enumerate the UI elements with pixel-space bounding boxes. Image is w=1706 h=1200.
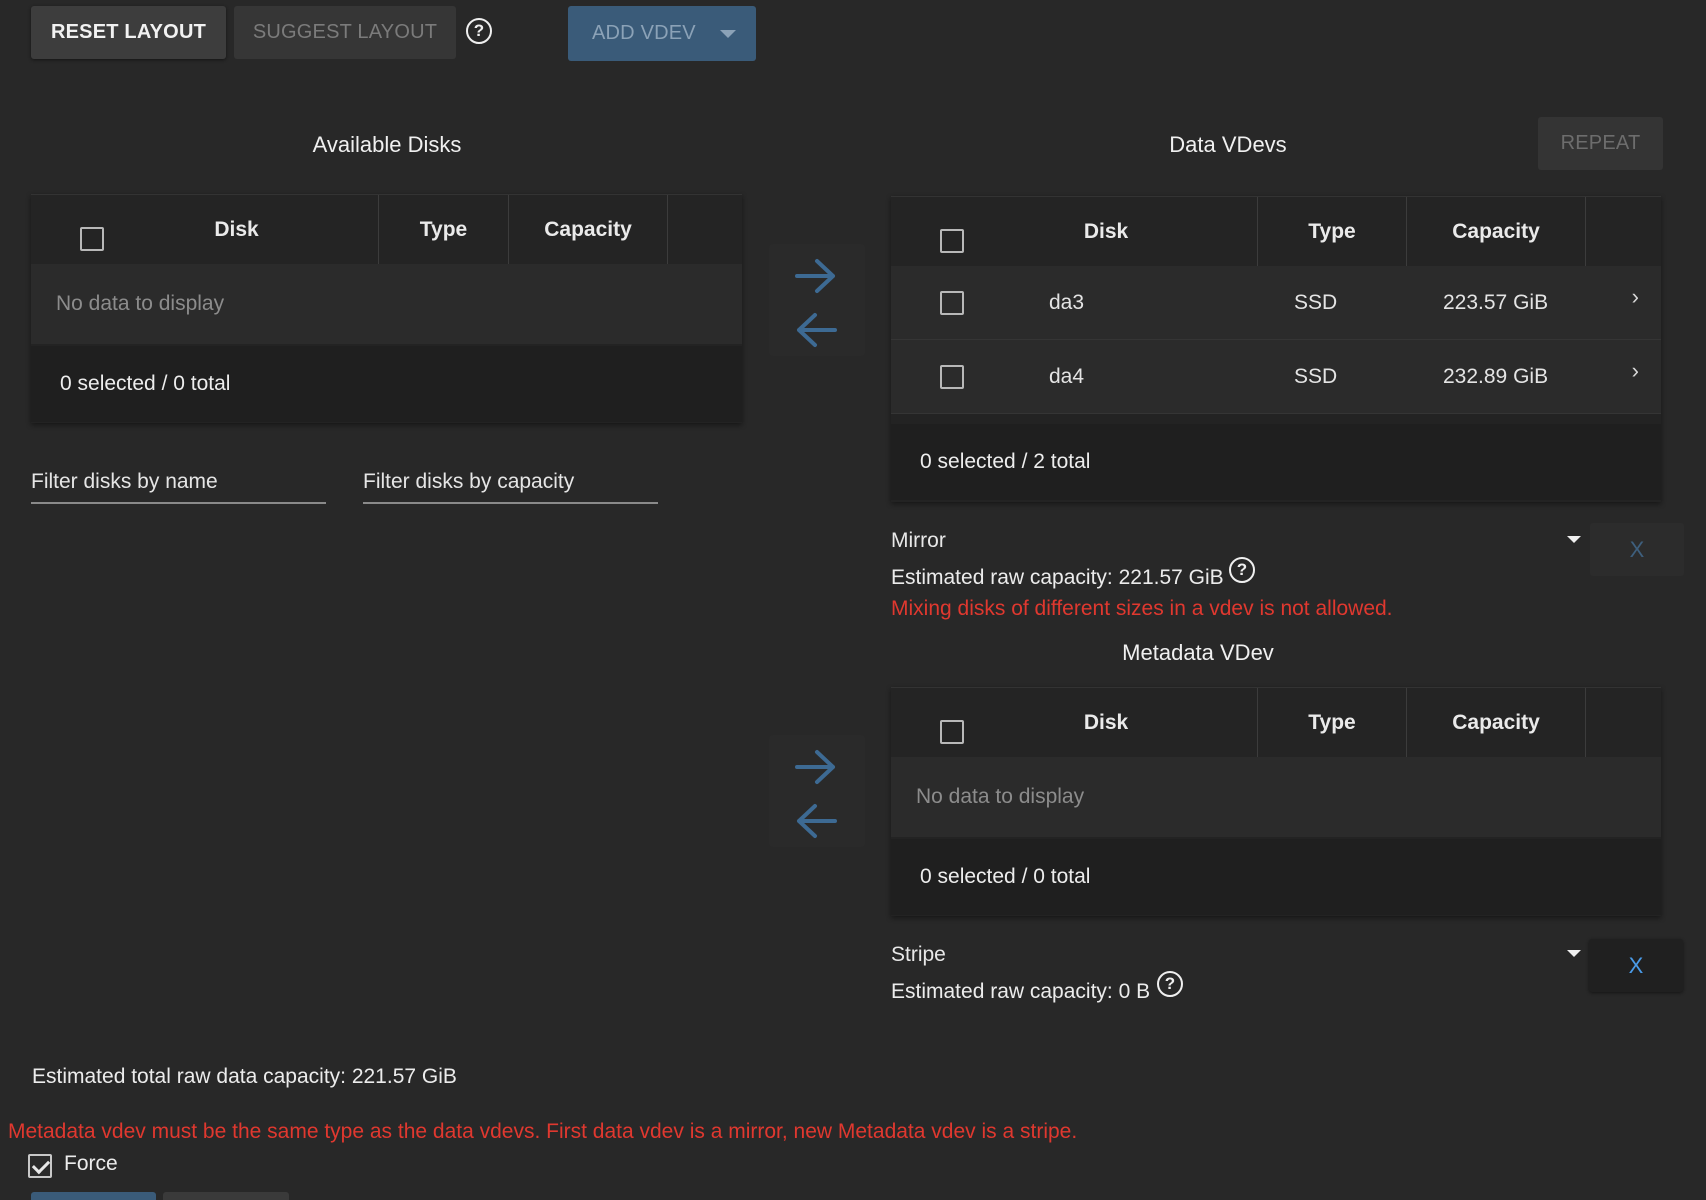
filter-by-name-input[interactable]: Filter disks by name xyxy=(31,464,326,504)
column-capacity[interactable]: Capacity xyxy=(1407,197,1586,267)
table-row[interactable]: da4 SSD 232.89 GiB › xyxy=(891,340,1661,414)
chevron-right-icon[interactable]: › xyxy=(1632,260,1639,334)
arrow-left-icon[interactable] xyxy=(791,310,841,350)
column-type[interactable]: Type xyxy=(1258,688,1407,758)
arrow-right-icon[interactable] xyxy=(791,256,841,296)
add-vdev-button[interactable]: ADD VDEV xyxy=(568,6,756,61)
table-row[interactable]: da3 SSD 223.57 GiB › xyxy=(891,266,1661,340)
column-capacity[interactable]: Capacity xyxy=(1407,688,1586,758)
help-icon[interactable]: ? xyxy=(1229,557,1255,583)
cancel-button[interactable] xyxy=(163,1192,289,1200)
metadata-vdev-move-pad xyxy=(769,735,865,847)
data-vdev-error: Mixing disks of different sizes in a vde… xyxy=(891,597,1393,620)
data-vdev-move-pad xyxy=(769,244,865,356)
column-disk[interactable]: Disk xyxy=(891,688,1258,758)
data-vdevs-table: Disk Type Capacity da3 SSD 223.57 GiB › … xyxy=(891,196,1661,502)
available-disks-title: Available Disks xyxy=(312,132,462,157)
help-icon[interactable]: ? xyxy=(1157,971,1183,997)
metadata-vdev-table: Disk Type Capacity No data to display 0 … xyxy=(891,687,1661,916)
metadata-vdev-estimated-capacity: Estimated raw capacity: 0 B xyxy=(891,980,1151,1003)
total-raw-capacity: Estimated total raw data capacity: 221.5… xyxy=(32,1065,457,1088)
column-disk[interactable]: Disk xyxy=(31,195,379,265)
caret-down-icon[interactable] xyxy=(720,30,736,38)
disk-capacity: 223.57 GiB xyxy=(1443,291,1549,314)
selection-count: 0 selected / 0 total xyxy=(891,839,1661,915)
selection-count: 0 selected / 2 total xyxy=(891,424,1661,500)
data-vdev-estimated-capacity: Estimated raw capacity: 221.57 GiB xyxy=(891,566,1224,589)
add-vdev-label: ADD VDEV xyxy=(592,22,696,44)
empty-message: No data to display xyxy=(891,757,1661,837)
create-button[interactable] xyxy=(31,1192,156,1200)
disk-capacity: 232.89 GiB xyxy=(1443,365,1549,388)
arrow-right-icon[interactable] xyxy=(791,747,841,787)
chevron-right-icon[interactable]: › xyxy=(1632,334,1639,408)
table-header: Disk Type Capacity xyxy=(31,194,742,265)
disk-type: SSD xyxy=(1294,291,1338,314)
disk-name: da3 xyxy=(1049,291,1085,314)
force-checkbox[interactable] xyxy=(28,1154,52,1178)
metadata-type-error: Metadata vdev must be the same type as t… xyxy=(8,1120,1078,1143)
row-checkbox[interactable] xyxy=(940,291,964,315)
disk-type: SSD xyxy=(1294,365,1338,388)
help-icon[interactable]: ? xyxy=(466,18,492,44)
force-label[interactable]: Force xyxy=(64,1152,118,1176)
column-disk[interactable]: Disk xyxy=(891,197,1258,267)
row-checkbox[interactable] xyxy=(940,365,964,389)
vdev-type-select[interactable]: Mirror xyxy=(891,529,946,553)
table-header: Disk Type Capacity xyxy=(891,687,1661,758)
column-type[interactable]: Type xyxy=(1258,197,1407,267)
table-header: Disk Type Capacity xyxy=(891,196,1661,267)
reset-layout-button[interactable]: RESET LAYOUT xyxy=(31,6,226,59)
disk-name: da4 xyxy=(1049,365,1085,388)
suggest-layout-button[interactable]: SUGGEST LAYOUT xyxy=(234,6,456,59)
empty-message: No data to display xyxy=(31,264,742,344)
remove-metadata-vdev-button[interactable]: X xyxy=(1589,939,1683,992)
arrow-left-icon[interactable] xyxy=(791,801,841,841)
column-capacity[interactable]: Capacity xyxy=(509,195,668,265)
metadata-vdev-title: Metadata VDev xyxy=(1122,640,1274,665)
caret-down-icon[interactable] xyxy=(1567,950,1581,957)
remove-data-vdev-button[interactable]: X xyxy=(1590,523,1684,576)
caret-down-icon[interactable] xyxy=(1567,536,1581,543)
available-disks-table: Disk Type Capacity No data to display 0 … xyxy=(31,194,742,423)
vdev-type-select[interactable]: Stripe xyxy=(891,943,946,967)
filter-by-capacity-input[interactable]: Filter disks by capacity xyxy=(363,464,658,504)
column-type[interactable]: Type xyxy=(379,195,509,265)
repeat-button[interactable]: REPEAT xyxy=(1538,117,1663,170)
selection-count: 0 selected / 0 total xyxy=(31,346,742,422)
data-vdevs-title: Data VDevs xyxy=(1169,132,1287,157)
